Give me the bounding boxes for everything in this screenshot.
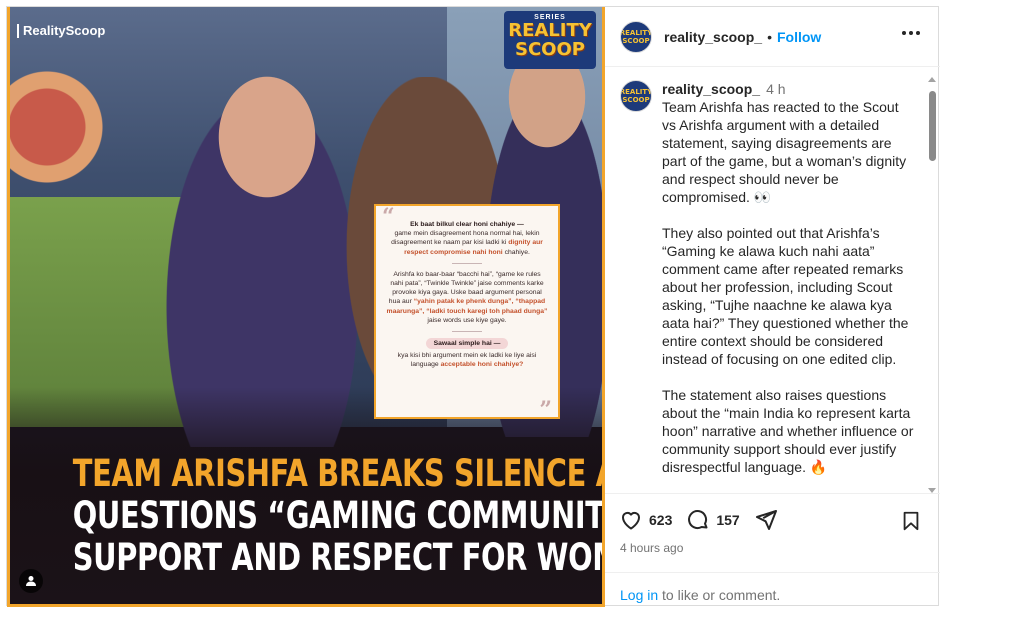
heart-icon[interactable]	[619, 508, 643, 532]
scrollbar-thumb[interactable]	[929, 91, 936, 161]
bookmark-icon[interactable]	[900, 510, 922, 532]
save-button[interactable]	[900, 510, 922, 537]
login-prompt: Log in to like or comment.	[605, 572, 940, 617]
post-image[interactable]: RealityScoop SERIES REALITY SCOOP “ Ek b…	[7, 7, 605, 607]
caption-paragraph-3: The statement also raises questions abou…	[662, 387, 914, 475]
action-row: 623 157	[619, 508, 792, 532]
share-icon[interactable]	[754, 508, 778, 532]
instagram-post: RealityScoop SERIES REALITY SCOOP “ Ek b…	[6, 6, 940, 607]
login-link[interactable]: Log in	[620, 587, 658, 603]
caption-paragraph-1: Team Arishfa has reacted to the Scout vs…	[662, 99, 907, 205]
comments-scrollbar[interactable]	[926, 75, 938, 495]
caption-header: reality_scoop_ 4 h	[662, 80, 914, 98]
caption-username[interactable]: reality_scoop_	[662, 81, 760, 97]
share-button[interactable]	[754, 508, 778, 532]
comment-icon[interactable]	[686, 508, 710, 532]
follow-button[interactable]: Follow	[777, 29, 821, 45]
more-options-icon[interactable]	[902, 31, 920, 35]
like-count: 623	[649, 512, 673, 528]
post-header: REALITY SCOOP reality_scoop_ • Follow	[605, 7, 940, 67]
login-prompt-text: to like or comment.	[658, 587, 781, 603]
post-timestamp: 4 hours ago	[620, 541, 684, 555]
header-username[interactable]: reality_scoop_	[664, 29, 762, 45]
comments-area[interactable]: REALITY SCOOP reality_scoop_ 4 h Team Ari…	[605, 68, 940, 493]
comment-count: 157	[716, 512, 740, 528]
post-actions: 623 157 4 hours ago Log in to like or co…	[605, 493, 940, 607]
caption-body: reality_scoop_ 4 h Team Arishfa has react…	[662, 80, 914, 493]
comment-button[interactable]: 157	[686, 508, 740, 532]
image-frame	[7, 7, 605, 607]
caption-time: 4 h	[766, 81, 786, 97]
like-button[interactable]: 623	[619, 508, 672, 532]
caption-paragraph-2: They also pointed out that Arishfa’s “Ga…	[662, 225, 909, 367]
header-separator: •	[767, 28, 772, 45]
scroll-up-arrow-icon[interactable]	[928, 77, 936, 82]
caption: REALITY SCOOP reality_scoop_ 4 h Team Ari…	[620, 80, 920, 493]
post-sidebar: REALITY SCOOP reality_scoop_ • Follow RE…	[605, 7, 940, 607]
avatar[interactable]: REALITY SCOOP	[620, 20, 652, 53]
caption-avatar[interactable]: REALITY SCOOP	[620, 80, 652, 112]
